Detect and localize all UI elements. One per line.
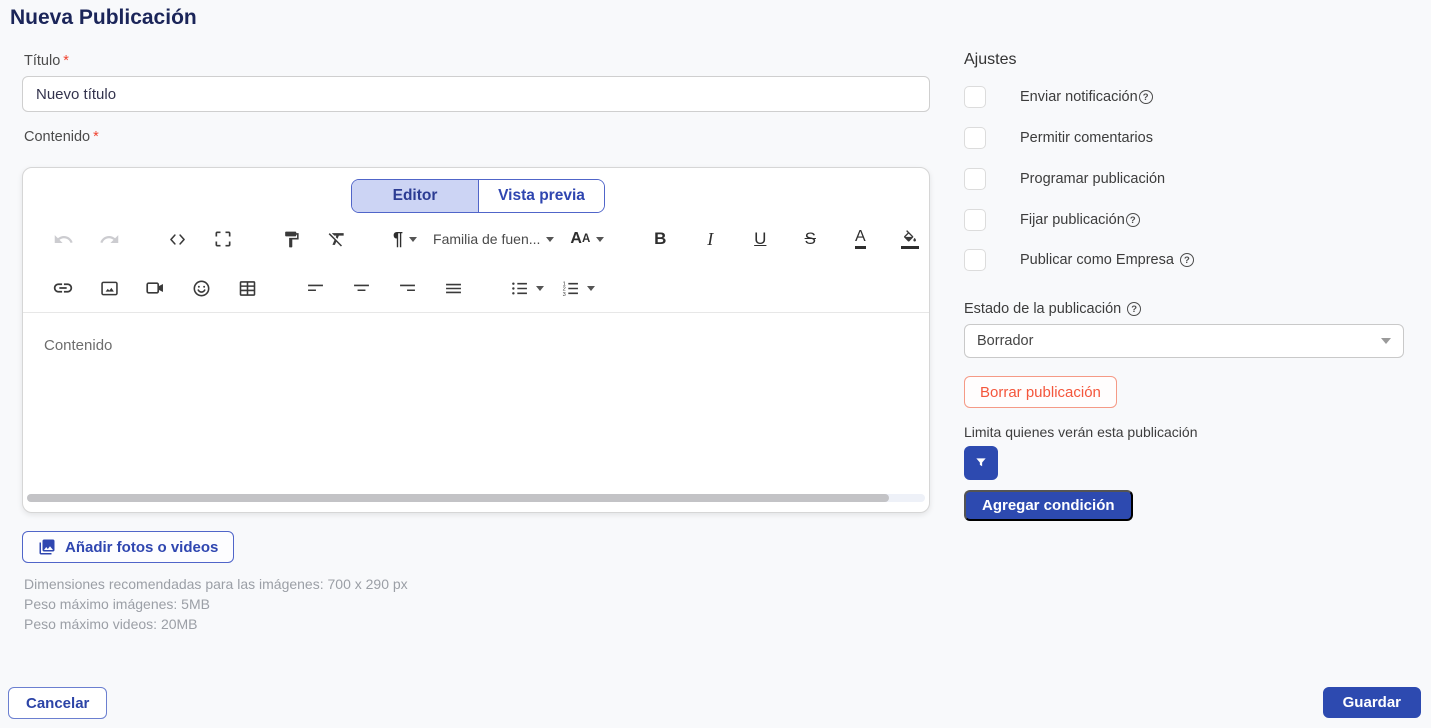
delete-publication-button[interactable]: Borrar publicación xyxy=(964,376,1117,408)
required-asterisk: * xyxy=(63,53,69,69)
paragraph-format-dropdown[interactable]: ¶ xyxy=(393,225,417,253)
limit-audience-text: Limita quienes verán esta publicación xyxy=(964,424,1197,440)
code-view-icon[interactable] xyxy=(165,225,189,253)
hint-dimensions: Dimensiones recomendadas para las imágen… xyxy=(24,574,408,594)
checkbox-fijar-publicacion[interactable] xyxy=(964,209,986,231)
fullscreen-icon[interactable] xyxy=(211,225,235,253)
image-icon[interactable] xyxy=(97,274,121,302)
title-input[interactable] xyxy=(22,76,930,112)
checkbox-enviar-notificacion[interactable] xyxy=(964,86,986,108)
emoji-icon[interactable] xyxy=(189,274,213,302)
setting-row-programar-publicacion: Programar publicación xyxy=(964,168,1165,190)
checkbox-publicar-como-empresa[interactable] xyxy=(964,249,986,271)
underline-button[interactable]: U xyxy=(748,225,772,253)
help-icon[interactable]: ? xyxy=(1127,302,1141,316)
content-placeholder: Contenido xyxy=(44,337,112,354)
title-field-label: Título* xyxy=(24,53,69,69)
rich-text-editor: Editor Vista previa ¶ Familia de fuen... xyxy=(22,167,930,513)
photo-library-icon xyxy=(38,538,56,556)
font-family-dropdown[interactable]: Familia de fuen... xyxy=(433,225,554,253)
help-icon[interactable]: ? xyxy=(1126,213,1140,227)
table-icon[interactable] xyxy=(235,274,259,302)
status-select-value: Borrador xyxy=(977,333,1381,349)
status-select[interactable]: Borrador xyxy=(964,324,1404,358)
italic-button[interactable]: I xyxy=(698,225,722,253)
toolbar-row-1: ¶ Familia de fuen... AA B I U S A xyxy=(23,224,929,254)
text-color-button[interactable]: A xyxy=(848,225,872,253)
chevron-down-icon xyxy=(596,237,604,242)
align-left-icon[interactable] xyxy=(303,274,327,302)
content-field-label: Contenido* xyxy=(24,129,99,145)
setting-row-publicar-como-empresa: Publicar como Empresa? xyxy=(964,249,1194,271)
bullet-list-dropdown[interactable] xyxy=(509,274,544,302)
tab-vista-previa[interactable]: Vista previa xyxy=(478,180,604,212)
redo-icon[interactable] xyxy=(97,225,121,253)
align-right-icon[interactable] xyxy=(395,274,419,302)
setting-row-permitir-comentarios: Permitir comentarios xyxy=(964,127,1153,149)
editor-tab-group: Editor Vista previa xyxy=(351,179,605,213)
help-icon[interactable]: ? xyxy=(1139,90,1153,104)
tab-editor[interactable]: Editor xyxy=(352,180,478,212)
svg-text:3: 3 xyxy=(563,291,566,297)
status-label: Estado de la publicación? xyxy=(964,301,1141,317)
horizontal-scrollbar[interactable] xyxy=(27,494,925,502)
checkbox-permitir-comentarios[interactable] xyxy=(964,127,986,149)
add-photos-button[interactable]: Añadir fotos o videos xyxy=(22,531,234,563)
toolbar-row-2: 123 xyxy=(23,273,929,303)
media-hints: Dimensiones recomendadas para las imágen… xyxy=(24,574,408,634)
bold-button[interactable]: B xyxy=(648,225,672,253)
setting-row-enviar-notificacion: Enviar notificación? xyxy=(964,86,1153,108)
undo-icon[interactable] xyxy=(51,225,75,253)
font-size-dropdown[interactable]: AA xyxy=(570,225,604,253)
align-justify-icon[interactable] xyxy=(441,274,465,302)
filter-button[interactable] xyxy=(964,446,998,480)
strikethrough-button[interactable]: S xyxy=(798,225,822,253)
setting-row-fijar-publicacion: Fijar publicación? xyxy=(964,209,1140,231)
required-asterisk: * xyxy=(93,129,99,145)
page-title: Nueva Publicación xyxy=(10,6,197,30)
video-icon[interactable] xyxy=(143,274,167,302)
chevron-down-icon xyxy=(587,286,595,291)
chevron-down-icon xyxy=(546,237,554,242)
hint-image-size: Peso máximo imágenes: 5MB xyxy=(24,594,408,614)
clear-format-icon[interactable] xyxy=(325,225,349,253)
add-condition-button[interactable]: Agregar condición xyxy=(964,490,1133,521)
scrollbar-thumb[interactable] xyxy=(27,494,889,502)
save-button[interactable]: Guardar xyxy=(1323,687,1421,718)
checkbox-programar-publicacion[interactable] xyxy=(964,168,986,190)
hint-video-size: Peso máximo videos: 20MB xyxy=(24,614,408,634)
cancel-button[interactable]: Cancelar xyxy=(8,687,107,719)
format-paint-icon[interactable] xyxy=(279,225,303,253)
settings-heading: Ajustes xyxy=(964,51,1016,69)
chevron-down-icon xyxy=(1381,338,1391,344)
funnel-icon xyxy=(973,455,989,471)
align-center-icon[interactable] xyxy=(349,274,373,302)
background-color-button[interactable] xyxy=(898,225,922,253)
help-icon[interactable]: ? xyxy=(1180,253,1194,267)
chevron-down-icon xyxy=(536,286,544,291)
numbered-list-dropdown[interactable]: 123 xyxy=(560,274,595,302)
editor-content-area[interactable]: Contenido xyxy=(23,312,929,485)
chevron-down-icon xyxy=(409,237,417,242)
link-icon[interactable] xyxy=(51,274,75,302)
